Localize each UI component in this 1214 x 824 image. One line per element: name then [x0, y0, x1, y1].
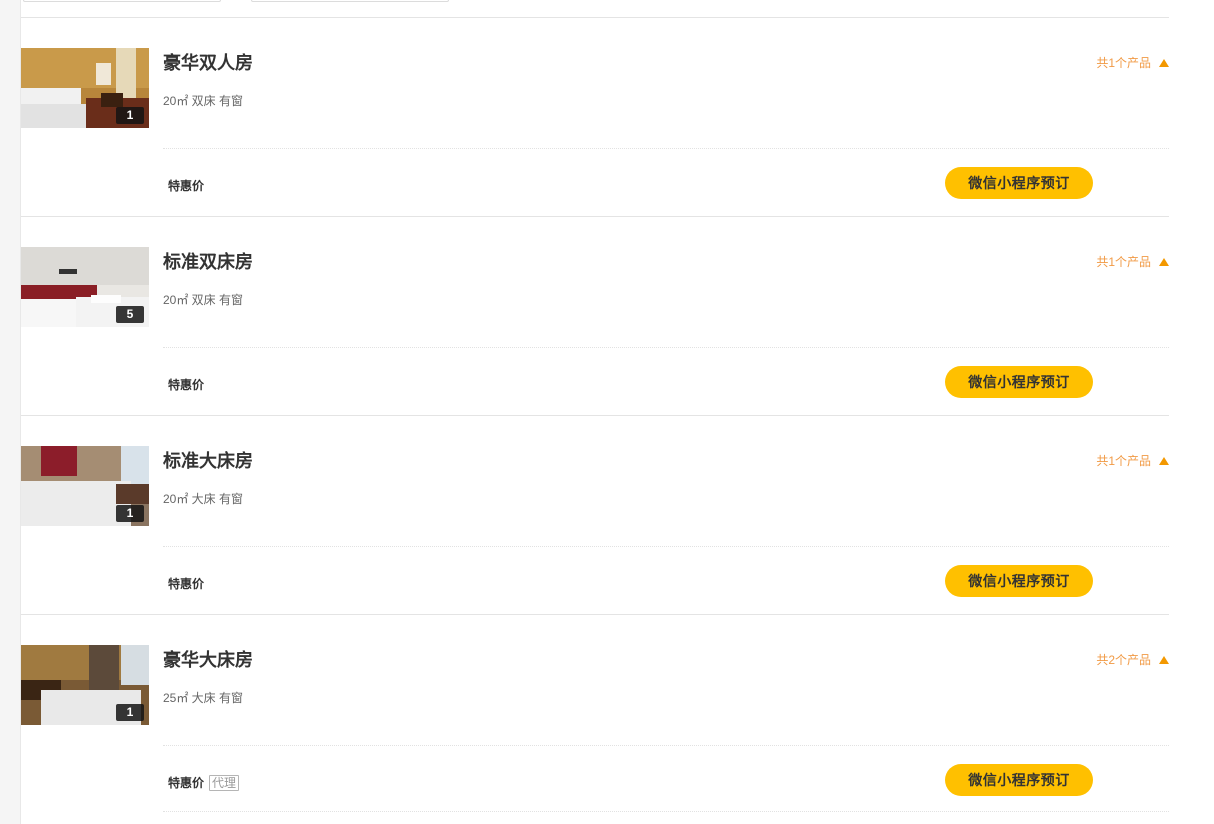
divider	[163, 148, 1169, 149]
filter-input-left[interactable]	[23, 0, 221, 2]
divider	[163, 546, 1169, 547]
room-name[interactable]: 标准大床房	[163, 447, 253, 473]
divider	[163, 745, 1169, 746]
filter-input-right[interactable]	[251, 0, 449, 2]
room-photo[interactable]: 5	[21, 247, 149, 327]
rate-name: 特惠价	[168, 776, 205, 790]
divider	[163, 811, 1169, 812]
room-card: 1 豪华大床房 25㎡ 大床 有窗 共2个产品 特惠价 代理 微信小程序预订	[21, 615, 1169, 814]
rate-name: 特惠价	[168, 378, 205, 392]
rate-label: 特惠价	[168, 177, 204, 194]
room-card: 1 豪华双人房 20㎡ 双床 有窗 共1个产品 特惠价 微信小程序预订	[21, 18, 1169, 217]
rate-name: 特惠价	[168, 179, 205, 193]
room-photo[interactable]: 1	[21, 48, 149, 128]
triangle-up-icon	[1159, 59, 1169, 67]
product-count-toggle[interactable]: 共2个产品	[1096, 651, 1169, 668]
room-card: 1 标准大床房 20㎡ 大床 有窗 共1个产品 特惠价 微信小程序预订	[21, 416, 1169, 615]
rate-label: 特惠价	[168, 376, 204, 393]
room-description: 20㎡ 双床 有窗	[163, 293, 244, 307]
room-description: 25㎡ 大床 有窗	[163, 691, 244, 705]
photo-count-badge: 1	[116, 107, 144, 124]
product-count-label: 共2个产品	[1096, 653, 1151, 667]
product-count-toggle[interactable]: 共1个产品	[1096, 253, 1169, 270]
wechat-book-button[interactable]: 微信小程序预订	[945, 565, 1093, 597]
room-photo[interactable]: 1	[21, 645, 149, 725]
product-count-label: 共1个产品	[1096, 56, 1151, 70]
rate-label: 特惠价	[168, 575, 204, 592]
wechat-book-button[interactable]: 微信小程序预订	[945, 167, 1093, 199]
triangle-up-icon	[1159, 457, 1169, 465]
room-description: 20㎡ 大床 有窗	[163, 492, 244, 506]
product-count-label: 共1个产品	[1096, 454, 1151, 468]
room-name[interactable]: 标准双床房	[163, 248, 253, 274]
photo-count-badge: 1	[116, 704, 144, 721]
wechat-book-button[interactable]: 微信小程序预订	[945, 366, 1093, 398]
filter-bar	[21, 0, 1169, 18]
agent-tag: 代理	[209, 775, 240, 791]
product-count-toggle[interactable]: 共1个产品	[1096, 452, 1169, 469]
divider	[163, 347, 1169, 348]
rate-label: 特惠价 代理	[168, 774, 240, 791]
triangle-up-icon	[1159, 258, 1169, 266]
room-name[interactable]: 豪华双人房	[163, 49, 253, 75]
photo-count-badge: 1	[116, 505, 144, 522]
room-photo[interactable]: 1	[21, 446, 149, 526]
product-count-toggle[interactable]: 共1个产品	[1096, 54, 1169, 71]
room-name[interactable]: 豪华大床房	[163, 646, 253, 672]
room-description: 20㎡ 双床 有窗	[163, 94, 244, 108]
room-card: 5 标准双床房 20㎡ 双床 有窗 共1个产品 特惠价 微信小程序预订	[21, 217, 1169, 416]
wechat-book-button[interactable]: 微信小程序预订	[945, 764, 1093, 796]
triangle-up-icon	[1159, 656, 1169, 664]
rate-name: 特惠价	[168, 577, 205, 591]
photo-count-badge: 5	[116, 306, 144, 323]
product-count-label: 共1个产品	[1096, 255, 1151, 269]
